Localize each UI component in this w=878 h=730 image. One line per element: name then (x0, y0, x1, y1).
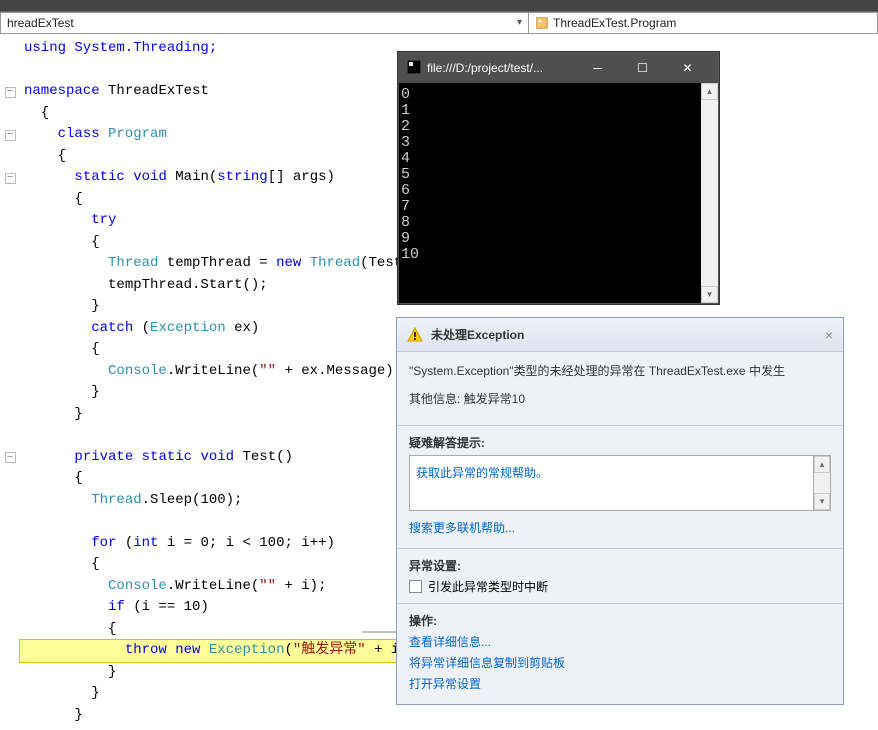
code-token: string (217, 169, 267, 185)
breadcrumb-member-text: ThreadExTest.Program (553, 16, 676, 30)
code-token: Console (108, 578, 167, 594)
code-token: "" (259, 363, 276, 379)
copy-details-link[interactable]: 将异常详细信息复制到剪贴板 (409, 654, 831, 671)
warning-icon (407, 327, 423, 343)
breadcrumb-scope[interactable]: hreadExTest ▾ (1, 13, 529, 33)
code-token: [] args) (268, 169, 335, 185)
maximize-button[interactable]: ☐ (620, 54, 665, 82)
breadcrumb-member[interactable]: ThreadExTest.Program (529, 13, 877, 33)
exception-body: "System.Exception"类型的未经处理的异常在 ThreadExTe… (397, 352, 843, 425)
collapse-icon[interactable]: − (5, 173, 16, 184)
code-token: int (133, 535, 158, 551)
close-button[interactable]: ✕ (665, 54, 710, 82)
code-token: try (91, 212, 116, 228)
code-token: Thread (108, 255, 158, 271)
console-title-text: file:///D:/project/test/... (427, 61, 575, 75)
scroll-track[interactable] (814, 473, 830, 493)
code-token: tempThread = (158, 255, 276, 271)
code-token: class (58, 126, 100, 142)
code-token: static (74, 169, 124, 185)
console-window: file:///D:/project/test/... ─ ☐ ✕ 0 1 2 … (398, 52, 719, 304)
code-token: tempThread.Start(); (108, 277, 268, 293)
code-token: new (276, 255, 301, 271)
chevron-down-icon[interactable]: ▾ (517, 17, 522, 29)
exception-popup: 未处理Exception × "System.Exception"类型的未经处理… (396, 317, 844, 705)
exception-settings-section: 异常设置: 引发此异常类型时中断 (397, 548, 843, 603)
code-token: .Sleep(100); (142, 492, 243, 508)
code-token: i = 0; i < 100; i++) (158, 535, 334, 551)
exception-title: 未处理Exception (431, 326, 825, 343)
hint-link[interactable]: 获取此异常的常规帮助。 (416, 464, 807, 481)
view-details-link[interactable]: 查看详细信息... (409, 633, 831, 650)
console-scrollbar[interactable]: ▴ ▾ (701, 83, 718, 303)
code-editor[interactable]: using System.Threading; −namespace Threa… (0, 34, 400, 730)
scroll-up-icon[interactable]: ▴ (701, 83, 718, 100)
collapse-icon[interactable]: − (5, 87, 16, 98)
exception-actions-section: 操作: 查看详细信息... 将异常详细信息复制到剪贴板 打开异常设置 (397, 603, 843, 704)
code-token: using System.Threading; (24, 40, 217, 56)
code-token: Program (108, 126, 167, 142)
scroll-down-icon[interactable]: ▾ (814, 493, 830, 510)
class-icon (535, 16, 549, 30)
scroll-up-icon[interactable]: ▴ (814, 456, 830, 473)
code-token: Thread (91, 492, 141, 508)
code-token: throw (125, 642, 167, 658)
code-token: static (142, 449, 192, 465)
code-token: Main (175, 169, 209, 185)
editor-area: using System.Threading; −namespace Threa… (0, 34, 878, 699)
scroll-track[interactable] (701, 100, 718, 286)
code-token: new (175, 642, 200, 658)
document-tabs-bar (0, 0, 878, 12)
code-token: ex) (226, 320, 260, 336)
search-more-link[interactable]: 搜索更多联机帮助... (409, 519, 831, 536)
actions-title: 操作: (409, 612, 831, 629)
exception-message: "System.Exception"类型的未经处理的异常在 ThreadExTe… (409, 362, 831, 380)
code-token: Thread (310, 255, 360, 271)
code-token: Exception (209, 642, 285, 658)
code-token: if (108, 599, 125, 615)
code-token: private (74, 449, 133, 465)
break-on-throw-checkbox[interactable] (409, 580, 422, 593)
settings-title: 异常设置: (409, 557, 831, 574)
open-settings-link[interactable]: 打开异常设置 (409, 675, 831, 692)
app-icon (407, 60, 421, 77)
checkbox-label: 引发此异常类型时中断 (428, 578, 548, 595)
collapse-icon[interactable]: − (5, 130, 16, 141)
exception-hints-box: 获取此异常的常规帮助。 (409, 455, 814, 511)
code-token: Exception (150, 320, 226, 336)
code-token: "触发异常" (293, 642, 366, 658)
code-token: void (200, 449, 234, 465)
collapse-icon[interactable]: − (5, 452, 16, 463)
code-token: (i == 10) (125, 599, 209, 615)
exception-header: 未处理Exception × (397, 318, 843, 352)
console-titlebar[interactable]: file:///D:/project/test/... ─ ☐ ✕ (399, 53, 718, 83)
code-token: Test() (242, 449, 292, 465)
console-output[interactable]: 0 1 2 3 4 5 6 7 8 9 10 (399, 83, 701, 303)
code-token: catch (91, 320, 133, 336)
breadcrumb-bar: hreadExTest ▾ ThreadExTest.Program (0, 12, 878, 34)
code-token: + i); (276, 578, 326, 594)
hints-title: 疑难解答提示: (409, 434, 831, 451)
minimize-button[interactable]: ─ (575, 54, 620, 82)
exception-other-info: 其他信息: 触发异常10 (409, 390, 831, 407)
breadcrumb-scope-text: hreadExTest (7, 16, 74, 30)
code-token: namespace (24, 83, 100, 99)
code-token: Console (108, 363, 167, 379)
code-token: for (91, 535, 116, 551)
code-token: void (133, 169, 167, 185)
hints-scrollbar[interactable]: ▴ ▾ (814, 455, 831, 511)
close-icon[interactable]: × (825, 327, 833, 343)
code-token: "" (259, 578, 276, 594)
code-token: .WriteLine( (167, 578, 259, 594)
code-token: ThreadExTest (108, 83, 209, 99)
exception-hints-section: 疑难解答提示: 获取此异常的常规帮助。 ▴ ▾ 搜索更多联机帮助... (397, 425, 843, 548)
code-token: + ex.Message); (276, 363, 402, 379)
code-token: .WriteLine( (167, 363, 259, 379)
scroll-down-icon[interactable]: ▾ (701, 286, 718, 303)
